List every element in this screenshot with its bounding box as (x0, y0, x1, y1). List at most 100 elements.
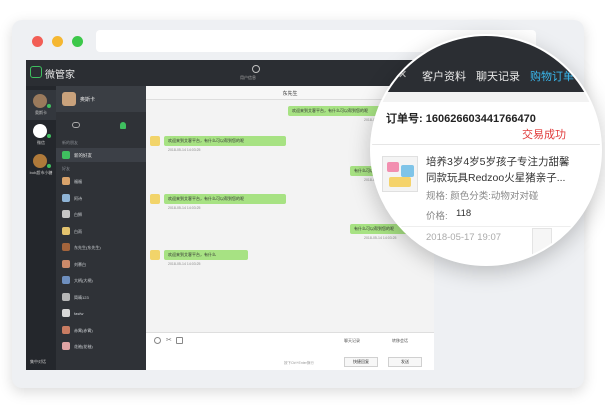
friend-list-item[interactable]: 东先生(东先生) (56, 240, 146, 254)
order-status-badge: 交易成功 (522, 129, 566, 141)
emoji-icon[interactable] (154, 337, 161, 344)
chat-history-link[interactable]: 聊天记录 (344, 338, 360, 344)
online-status-dot (47, 134, 51, 138)
contacts-panel: 奥斯卡 新的朋友 新的好友 好友 福福阿诗白狮白雨东先生(东先生) 刘慕白大柄(大… (56, 86, 146, 370)
friend-list-item[interactable]: 白狮 (56, 207, 146, 221)
avatar (33, 94, 47, 108)
message-composer[interactable]: ✂ 聊天记录 转移会话 按下Ctrl+Enter换行 快捷回复 发送 (146, 332, 434, 370)
current-account-header[interactable]: 奥斯卡 (56, 86, 146, 112)
avatar (62, 292, 70, 301)
price-label: 价格: (426, 211, 448, 222)
product-title-line-2: 同款玩具Redzoo火星猪亲子... (426, 172, 566, 184)
online-status-dot (47, 164, 51, 168)
section-new-friends: 新的朋友 (62, 140, 78, 145)
add-friend-icon (62, 151, 70, 159)
scissors-icon[interactable]: ✂ (166, 337, 173, 344)
close-icon[interactable]: ✕ (398, 68, 407, 81)
friend-name: 东先生(东先生) (74, 245, 101, 250)
friend-name: 刘慕白 (74, 261, 86, 267)
message-bubble[interactable]: 欢迎来到艾客平台，有什么可以帮到您的呢 (164, 136, 286, 146)
divider (372, 144, 600, 145)
friend-list-item[interactable]: fasfw (56, 306, 146, 320)
order-number-value: 160626603441766470 (425, 113, 536, 125)
thumbnail-shape (387, 162, 399, 172)
user-profile-icon[interactable] (252, 65, 260, 73)
contacts-tab-icon[interactable] (120, 122, 126, 129)
message-bubble[interactable]: 欢迎来到艾客平台，有什么可以帮到您的呢 (164, 194, 286, 204)
tab-customer-info[interactable]: 客户资料 (422, 68, 466, 84)
avatar (62, 92, 76, 106)
brand-name: 微管家 (45, 70, 75, 81)
avatar (62, 342, 70, 350)
message-timestamp: 2018-05-14 14:03:25 (364, 236, 397, 240)
account-rail: 奥斯卡 微信 bob超市小糖 集中对话 (26, 86, 56, 370)
friend-list-item[interactable]: 福福 (56, 174, 146, 188)
quick-reply-button[interactable]: 快捷回复 (344, 357, 378, 367)
avatar (150, 250, 160, 260)
avatar (150, 136, 160, 146)
thumbnail-shape (401, 165, 414, 177)
avatar (33, 154, 47, 168)
price-value: 118 (456, 208, 472, 219)
new-friend-item[interactable]: 新的好友 (56, 148, 146, 162)
minimize-window-button[interactable] (52, 36, 63, 47)
account-item[interactable]: 微信 (26, 120, 56, 150)
spec-value: 颜色分类:动物对对碰 (450, 191, 539, 202)
product-title[interactable]: 培养3岁4岁5岁孩子专注力甜馨 同款玩具Redzoo火星猪亲子... (426, 154, 570, 186)
tab-chat-history[interactable]: 聊天记录 (476, 68, 520, 84)
avatar (62, 259, 70, 268)
order-date: 2018-05-17 19:07 (426, 232, 502, 243)
folder-icon[interactable] (176, 337, 183, 344)
divider (372, 92, 600, 102)
chat-tab-icon[interactable] (72, 122, 80, 128)
product-thumbnail[interactable] (382, 156, 418, 192)
section-friends: 好友 (62, 166, 70, 171)
maximize-window-button[interactable] (72, 36, 83, 47)
newline-hint: 按下Ctrl+Enter换行 (284, 361, 314, 365)
product-spec: 规格: 颜色分类:动物对对碰 (426, 188, 538, 202)
divider (372, 226, 600, 227)
account-name: bob超市小糖 (29, 170, 53, 175)
user-profile-label[interactable]: 用户信息 (240, 75, 256, 81)
current-account-name: 奥斯卡 (80, 97, 96, 103)
friend-list-item[interactable]: 阿诗 (56, 191, 146, 205)
app-window: 微管家 用户信息 奥斯卡 微信 bob超市小糖 集中对话 奥斯卡 新的朋友 新的好友 … (26, 60, 434, 370)
avatar (62, 309, 70, 317)
focus-chat-label: 集中对话 (30, 359, 46, 364)
online-status-dot (47, 104, 51, 108)
transfer-chat-link[interactable]: 转移会话 (392, 338, 408, 344)
new-friend-label: 新的好友 (74, 153, 92, 158)
contacts-tabs (56, 122, 146, 134)
message-bubble[interactable]: 欢迎来到艾客平台，有什么 (164, 250, 248, 260)
message-timestamp: 2018-05-14 14:03:25 (168, 206, 201, 210)
avatar (62, 276, 70, 284)
order-number-label: 订单号: (386, 113, 423, 125)
friend-list-item[interactable]: 刘慕白 (56, 257, 146, 271)
friend-list-item[interactable]: 花袖(花袖) (56, 339, 146, 353)
product-title-line-1: 培养3岁4岁5岁孩子专注力甜馨 (426, 156, 570, 168)
avatar (62, 226, 70, 235)
friend-name: 花袖(花袖) (74, 344, 93, 349)
friend-list-item[interactable]: 赤霄(赤霄) (56, 323, 146, 337)
order-detail-magnifier: ✕ 客户资料 聊天记录 购物订单 订单号: 160626603441766470… (370, 34, 602, 266)
friend-name: 大柄(大柄) (74, 278, 93, 283)
account-item[interactable]: bob超市小糖 (26, 150, 56, 180)
friend-name: 阿诗 (74, 195, 82, 201)
send-button[interactable]: 发送 (388, 357, 422, 367)
friend-name: 简晴123 (74, 294, 89, 300)
avatar (150, 194, 160, 204)
friend-list-item[interactable]: 简晴123 (56, 290, 146, 304)
tab-orders[interactable]: 购物订单 (530, 68, 574, 84)
message-timestamp: 2018-05-14 14:03:25 (168, 262, 201, 266)
close-window-button[interactable] (32, 36, 43, 47)
account-item[interactable]: 奥斯卡 (26, 90, 56, 120)
friend-list-item[interactable]: 大柄(大柄) (56, 273, 146, 287)
message-timestamp: 2018-05-14 14:03:25 (168, 148, 201, 152)
friend-name: 白雨 (74, 228, 82, 234)
spec-label: 规格: (426, 191, 448, 202)
friend-name: fasfw (74, 311, 84, 316)
avatar (33, 124, 47, 138)
avatar (62, 193, 70, 202)
thumbnail-shape (389, 177, 411, 187)
friend-list-item[interactable]: 白雨 (56, 224, 146, 238)
